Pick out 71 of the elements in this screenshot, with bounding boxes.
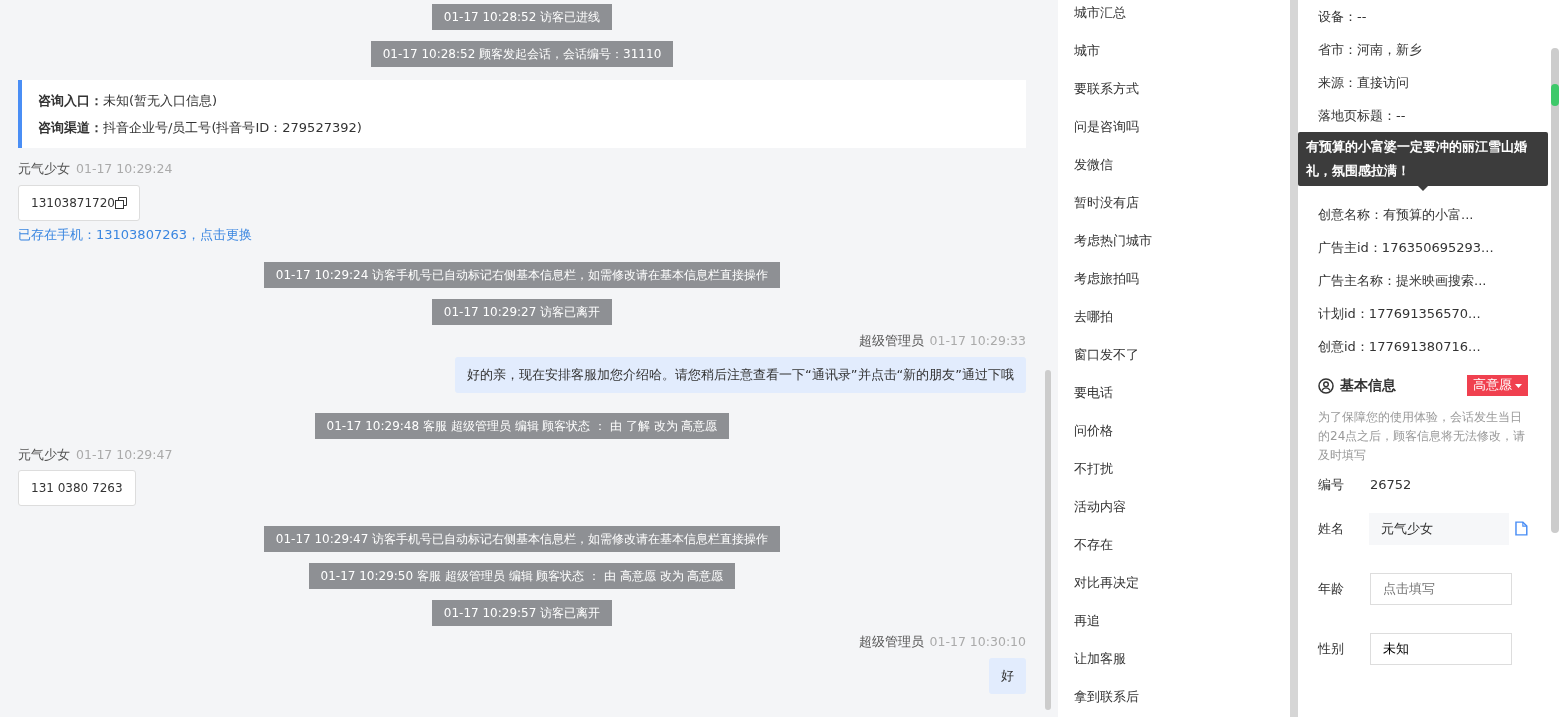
system-message: 01-17 10:29:57 访客已离开 (431, 600, 613, 627)
visit-info-text: 创意id：177691380716... (1318, 339, 1481, 354)
system-message: 01-17 10:29:48 客服 超级管理员 编辑 顾客状态 ： 由 了解 改为 高意愿 (314, 412, 730, 439)
quick-reply-item[interactable]: 发微信 (1074, 146, 1274, 184)
visit-info-text: 计划id：177691356570... (1318, 306, 1481, 321)
message-time: 01-17 10:29:33 (929, 332, 1026, 351)
copy-icon[interactable] (115, 197, 127, 210)
user-icon (1318, 377, 1334, 394)
change-phone-link[interactable]: 已存在手机：13103807263，点击更换 (18, 224, 1026, 245)
visit-info-text: 落地页标题：-- (1318, 108, 1406, 123)
quick-reply-item[interactable]: 问是咨询吗 (1074, 108, 1274, 146)
scroll-indicator (1551, 84, 1559, 106)
system-message: 01-17 10:29:24 访客手机号已自动标记右侧基本信息栏，如需修改请在基本信息栏直接操作 (263, 262, 781, 289)
visit-info-text: 省市：河南，新乡 (1318, 42, 1422, 57)
info-label: 咨询入口： (38, 93, 103, 108)
system-message: 01-17 10:29:47 访客手机号已自动标记右侧基本信息栏，如需修改请在基本信息栏直接操作 (263, 526, 781, 553)
input-field[interactable]: 未知 (1370, 632, 1512, 665)
quick-reply-item[interactable]: 不打扰 (1074, 450, 1274, 488)
quick-reply-item[interactable]: 要电话 (1074, 374, 1274, 412)
message-time: 01-17 10:30:10 (929, 633, 1026, 652)
visit-info-text: 创意名称：有预算的小富... (1318, 207, 1474, 222)
visit-info-text: 广告主名称：提米映画搜索... (1318, 273, 1487, 288)
tooltip-arrow (1418, 186, 1428, 191)
quick-reply-item[interactable]: 再追 (1074, 602, 1274, 640)
hint-text: 为了保障您的使用体验，会话发生当日的24点之后，顾客信息将无法修改，请及时填写 (1318, 409, 1527, 464)
info-value: 抖音企业号/员工号(抖音号ID：279527392) (103, 120, 362, 135)
name-field: 元气少女 (1369, 512, 1510, 545)
quick-reply-item[interactable]: 考虑旅拍吗 (1074, 260, 1274, 298)
sender-name: 超级管理员 (858, 332, 924, 351)
info-label: 咨询渠道： (38, 120, 103, 135)
field-label: 编号 (1318, 476, 1345, 494)
quick-reply-item[interactable]: 不存在 (1074, 526, 1274, 564)
quick-reply-item[interactable]: 考虑热门城市 (1074, 222, 1274, 260)
quick-reply-item[interactable]: 对比再决定 (1074, 564, 1274, 602)
system-message: 01-17 10:28:52 访客已进线 (431, 4, 613, 30)
field-label: 姓名 (1318, 519, 1345, 538)
field-label: 性别 (1318, 639, 1345, 658)
section-title: 基本信息 (1340, 376, 1396, 395)
visit-info-text: 来源：直接访问 (1318, 75, 1409, 90)
quick-reply-item[interactable]: 要联系方式 (1074, 70, 1274, 108)
quick-reply-item[interactable]: 城市汇总 (1074, 0, 1274, 32)
status-dropdown[interactable]: 高意愿 (1467, 375, 1528, 396)
quick-reply-item[interactable]: 城市 (1074, 32, 1274, 70)
tooltip-text: 有预算的小富婆一定要冲的丽江雪山婚礼，氛围感拉满！ (1298, 132, 1548, 186)
system-message: 01-17 10:29:50 客服 超级管理员 编辑 顾客状态 ： 由 高意愿 改为 高意愿 (308, 563, 736, 590)
sender-name: 超级管理员 (858, 633, 924, 652)
info-value: 未知(暂无入口信息) (103, 93, 218, 108)
field-label: 年龄 (1318, 579, 1345, 598)
quick-reply-item[interactable]: 拿到联系后 (1074, 678, 1274, 716)
message-text: 131 0380 7263 (31, 481, 123, 496)
quick-reply-item[interactable]: 去哪拍 (1074, 298, 1274, 336)
document-icon[interactable] (1515, 521, 1528, 536)
message-text: 好的亲，现在安排客服加您介绍哈。请您稍后注意查看一下“通讯录”并点击“新的朋友”通过下哦 (467, 367, 1014, 382)
input-field[interactable]: 点击填写 (1370, 572, 1512, 605)
sender-name: 元气少女 (18, 160, 70, 178)
system-message: 01-17 10:29:27 访客已离开 (431, 299, 613, 326)
quick-reply-item[interactable]: 问价格 (1074, 412, 1274, 450)
field-value: 26752 (1370, 476, 1412, 494)
message-time: 01-17 10:29:47 (76, 445, 173, 464)
quick-reply-item[interactable]: 暂时没有店 (1074, 184, 1274, 222)
sender-name: 元气少女 (18, 445, 70, 464)
quick-reply-item[interactable]: 活动内容 (1074, 488, 1274, 526)
quick-reply-item[interactable]: 窗口发不了 (1074, 336, 1274, 374)
visit-info-text: 设备：-- (1318, 9, 1367, 24)
system-message: 01-17 10:28:52 顾客发起会话，会话编号：31110 (370, 41, 674, 67)
quick-reply-item[interactable]: 让加客服 (1074, 640, 1274, 678)
message-text: 13103871720 (31, 195, 115, 210)
visit-info-text: 广告主id：176350695293... (1318, 240, 1494, 255)
message-text: 好 (1001, 668, 1014, 683)
caret-icon (1515, 383, 1522, 388)
message-time: 01-17 10:29:24 (76, 160, 173, 178)
